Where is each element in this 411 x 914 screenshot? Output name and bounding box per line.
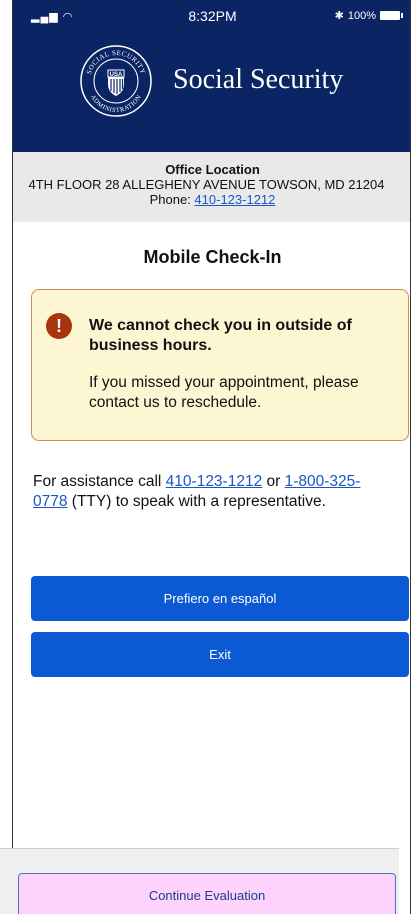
assistance-mid: or (262, 473, 285, 490)
footer-bar: Continue Evaluation (0, 848, 399, 914)
assistance-phone-link[interactable]: 410-123-1212 (166, 473, 263, 490)
alert-body: If you missed your appointment, please c… (89, 374, 359, 411)
office-location-bar: Office Location 4TH FLOOR 28 ALLEGHENY A… (13, 152, 410, 222)
battery-icon (380, 11, 403, 20)
page-title: Mobile Check-In (143, 247, 282, 267)
continue-evaluation-button[interactable]: Continue Evaluation (18, 873, 396, 914)
office-title: Office Location (165, 162, 260, 177)
ssa-seal-logo: SOCIAL SECURITY ADMINISTRATION USA (80, 45, 152, 117)
app-header: ▂▄▆ ◠ 8:32PM ✱ 100% SOCIAL SECURITY ADMI… (13, 0, 410, 152)
office-address: 4TH FLOOR 28 ALLEGHENY AVENUE TOWSON, MD… (28, 177, 385, 192)
warning-alert: ! We cannot check you in outside of busi… (31, 289, 409, 441)
status-bar: ▂▄▆ ◠ 8:32PM ✱ 100% (13, 0, 410, 32)
seal-shield-text: USA (110, 72, 123, 78)
exclamation-icon: ! (46, 313, 72, 339)
assistance-prefix: For assistance call (33, 473, 166, 490)
brand-title: Social Security (173, 64, 344, 95)
spanish-button[interactable]: Prefiero en español (31, 576, 409, 621)
exit-button[interactable]: Exit (31, 632, 409, 677)
assistance-suffix: (TTY) to speak with a representative. (67, 493, 326, 510)
battery-percent: 100% (347, 9, 376, 22)
office-phone-line: Phone: 410-123-1212 (13, 192, 410, 207)
office-phone-label: Phone: (149, 192, 195, 207)
alert-heading: We cannot check you in outside of busine… (89, 317, 352, 354)
bluetooth-icon: ✱ (334, 10, 344, 22)
assistance-text: For assistance call 410-123-1212 or 1-80… (33, 472, 393, 512)
status-right: ✱ 100% (334, 9, 403, 22)
office-phone-link[interactable]: 410-123-1212 (194, 192, 275, 207)
phone-frame: ▂▄▆ ◠ 8:32PM ✱ 100% SOCIAL SECURITY ADMI… (12, 0, 411, 914)
